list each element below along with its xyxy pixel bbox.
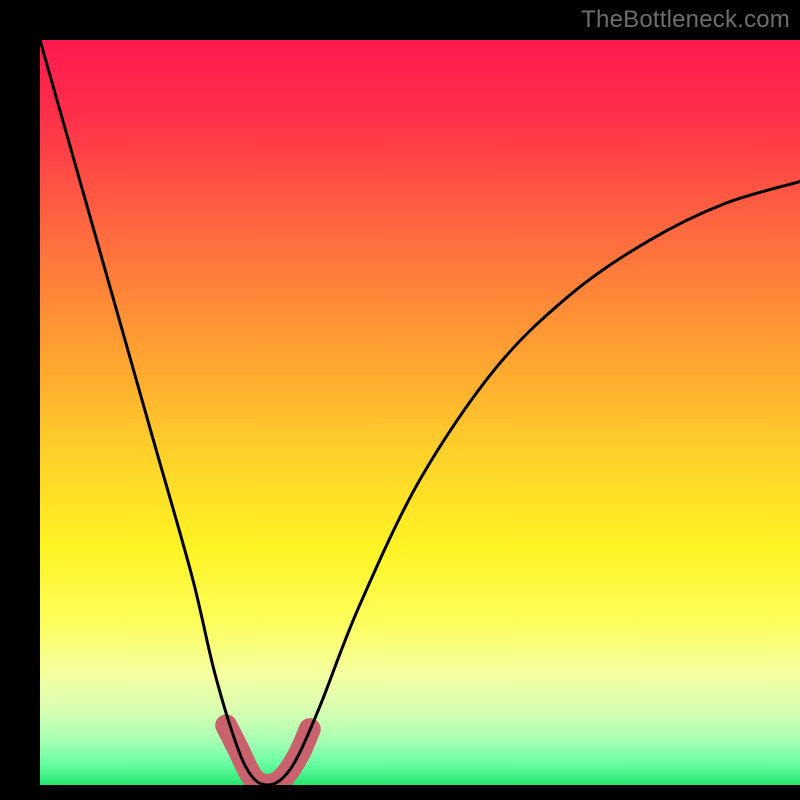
curve-layer xyxy=(40,40,800,785)
plot-area xyxy=(40,40,800,785)
bottleneck-curve xyxy=(40,40,800,785)
watermark-label: TheBottleneck.com xyxy=(581,6,790,34)
outer-frame: TheBottleneck.com xyxy=(0,0,800,800)
